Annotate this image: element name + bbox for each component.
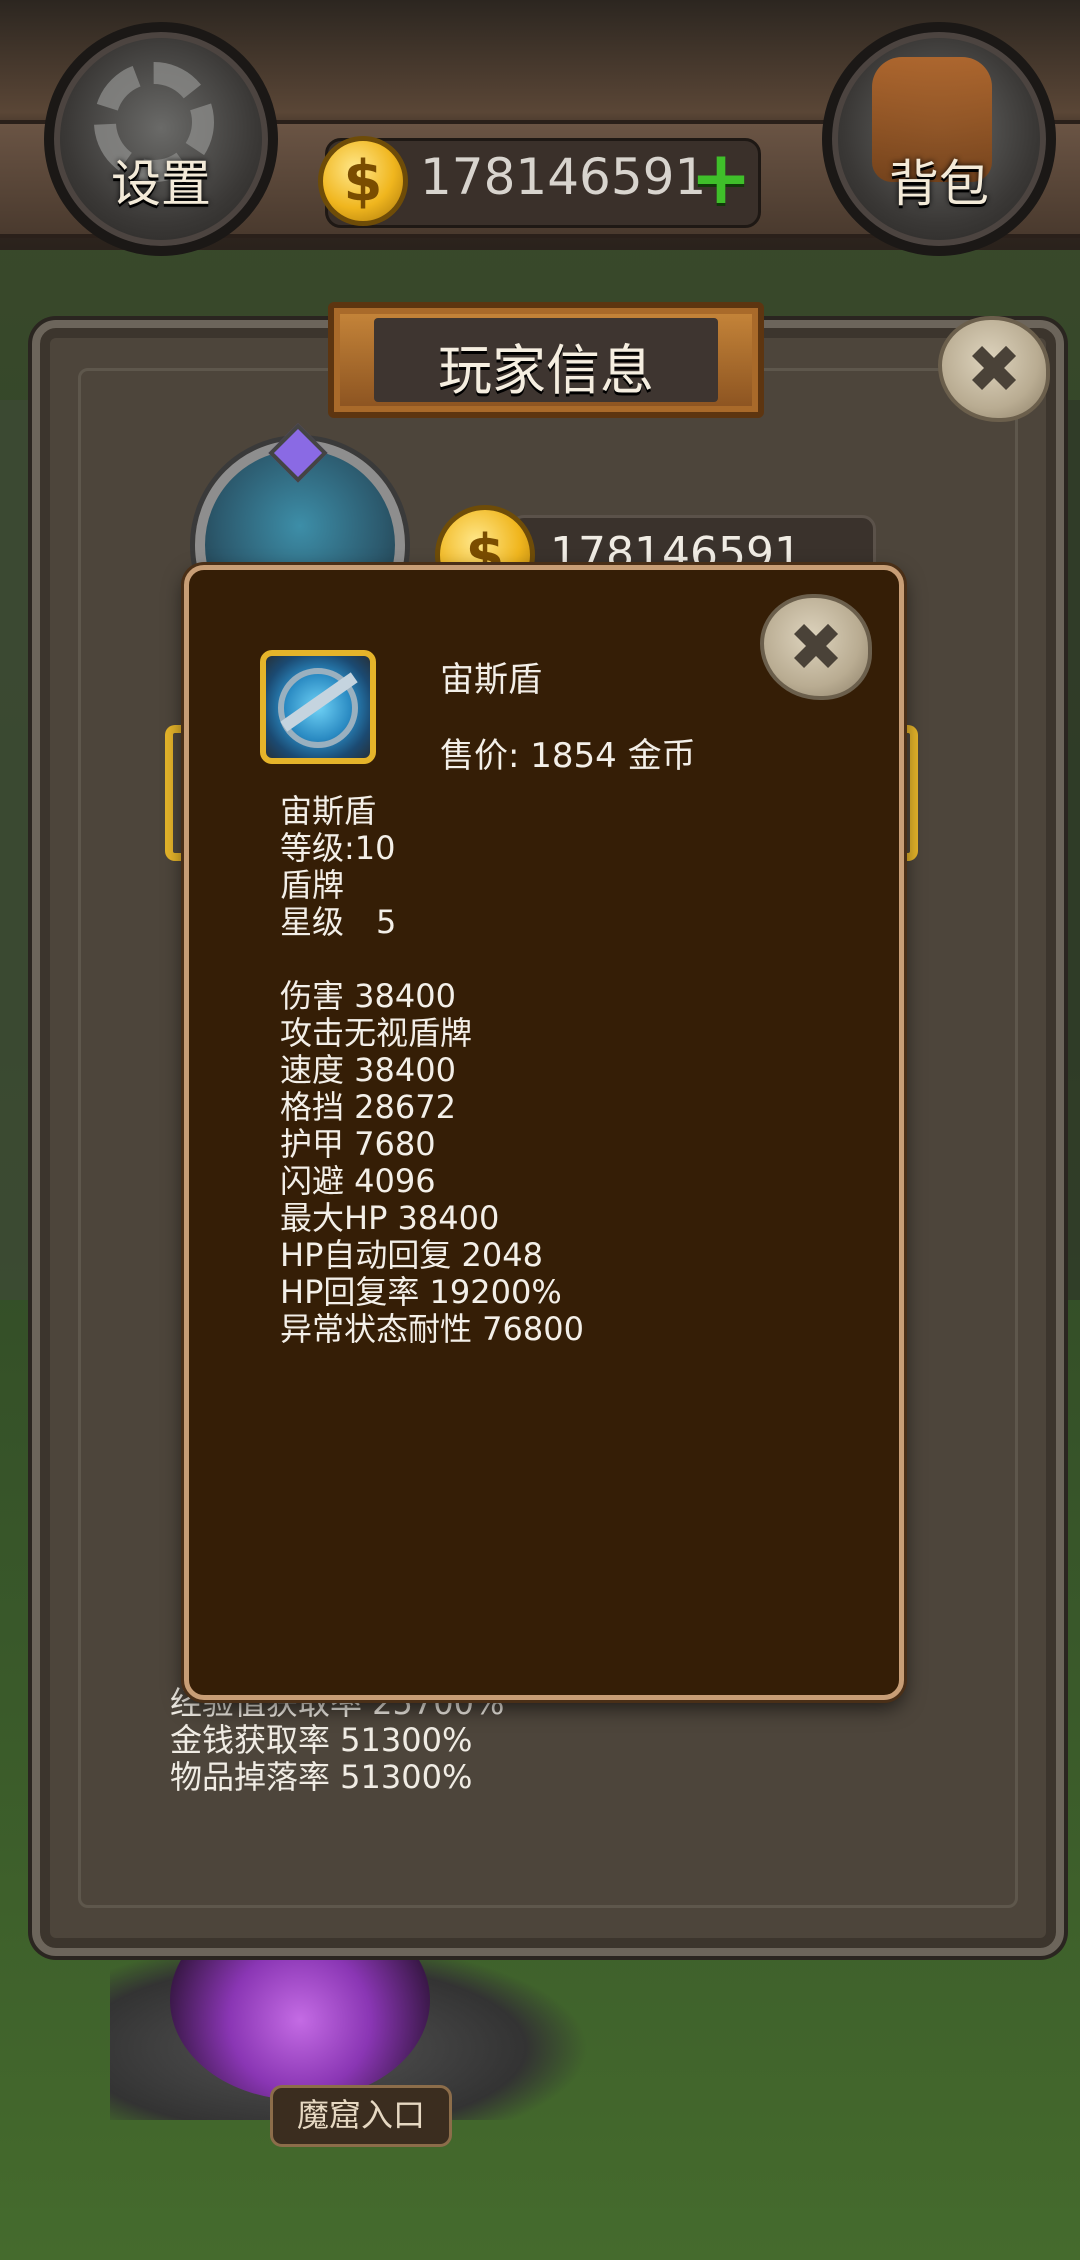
- stat-max-hp: 最大HP 38400: [280, 1199, 500, 1237]
- stat-evasion: 闪避 4096: [280, 1162, 436, 1200]
- panel-title-banner: 玩家信息: [328, 302, 764, 418]
- stat-damage: 伤害 38400: [280, 977, 456, 1015]
- stat-status-resist: 异常状态耐性 76800: [280, 1310, 584, 1348]
- stat-gold-rate: 金钱获取率 51300%: [170, 1721, 473, 1759]
- item-details: 宙斯盾 等级:10 盾牌 星级 5 伤害 38400 攻击无视盾牌 速度 384…: [280, 793, 584, 1348]
- stat-drop-rate: 物品掉落率 51300%: [170, 1758, 473, 1796]
- cave-entrance-label[interactable]: 魔窟入口: [270, 2085, 452, 2147]
- stat-speed: 速度 38400: [280, 1051, 456, 1089]
- bag-button[interactable]: 背包: [822, 22, 1056, 256]
- stat-hp-regen: HP自动回复 2048: [280, 1236, 543, 1274]
- item-name: 宙斯盾: [440, 660, 542, 700]
- detail-stars: 星级 5: [280, 903, 397, 941]
- bag-label: 背包: [889, 155, 989, 213]
- stat-armor: 护甲 7680: [280, 1125, 436, 1163]
- gold-coin-icon: $: [318, 136, 408, 226]
- settings-button[interactable]: 设置: [44, 22, 278, 256]
- player-stats-list: 经验值获取率 25700% 金钱获取率 51300% 物品掉落率 51300%: [170, 1685, 504, 1796]
- detail-level: 等级:10: [280, 829, 396, 867]
- stat-hp-recovery-rate: HP回复率 19200%: [280, 1273, 562, 1311]
- stat-ignore-shield: 攻击无视盾牌: [280, 1014, 473, 1052]
- add-gold-button[interactable]: +: [690, 141, 752, 215]
- item-price: 售价: 1854 金币: [440, 736, 696, 776]
- shield-icon: [260, 650, 376, 764]
- detail-name: 宙斯盾: [280, 792, 377, 830]
- stat-block: 格挡 28672: [280, 1088, 456, 1126]
- panel-title: 玩家信息: [438, 339, 654, 402]
- truncated-description: [280, 1385, 800, 1399]
- gold-amount: 178146591: [420, 148, 707, 206]
- detail-type: 盾牌: [280, 866, 345, 904]
- settings-label: 设置: [111, 155, 211, 213]
- top-bar: 设置 $ 178146591 + 背包: [0, 0, 1080, 256]
- detail-spacer: [280, 941, 584, 978]
